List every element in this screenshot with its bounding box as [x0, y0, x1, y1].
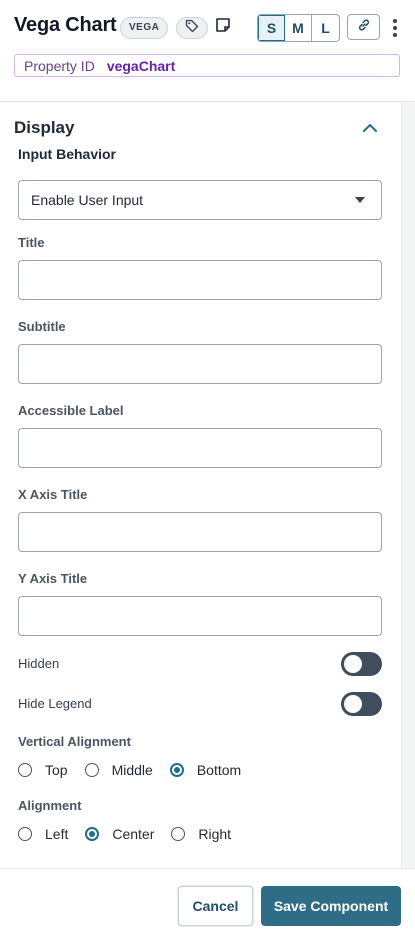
radio-label: Center — [112, 826, 155, 842]
footer-divider — [0, 868, 415, 869]
vertical-alignment-radio-group: Top Middle Bottom — [18, 762, 258, 778]
caret-down-icon — [355, 197, 365, 203]
radio-button[interactable] — [171, 827, 186, 841]
radio-button-selected[interactable] — [169, 763, 184, 777]
component-title: Vega Chart — [14, 14, 117, 36]
size-large-button[interactable]: L — [312, 15, 339, 41]
radio-option-bottom[interactable]: Bottom — [169, 762, 242, 778]
section-title-display: Display — [14, 118, 75, 137]
hide-legend-label: Hide Legend — [18, 696, 92, 711]
save-component-button[interactable]: Save Component — [261, 886, 401, 926]
input-behavior-label: Input Behavior — [18, 146, 117, 162]
radio-label: Left — [45, 826, 69, 842]
alignment-label: Alignment — [18, 798, 82, 813]
toggle-knob — [344, 695, 362, 713]
link-icon — [357, 18, 371, 37]
component-type-badge: VEGA — [120, 17, 169, 39]
x-axis-title-input[interactable] — [18, 512, 382, 552]
radio-option-top[interactable]: Top — [18, 762, 68, 778]
tag-icon — [185, 19, 199, 38]
radio-label: Right — [198, 826, 232, 842]
property-id-value: vegaChart — [106, 57, 176, 74]
size-medium-button[interactable]: M — [285, 15, 312, 41]
hidden-label: Hidden — [18, 656, 60, 671]
y-axis-title-label: Y Axis Title — [18, 571, 88, 586]
vertical-alignment-label: Vertical Alignment — [18, 734, 131, 749]
y-axis-title-input[interactable] — [18, 596, 382, 636]
radio-option-middle[interactable]: Middle — [84, 762, 153, 778]
hidden-toggle[interactable] — [341, 652, 382, 676]
radio-label: Middle — [111, 762, 153, 778]
radio-button[interactable] — [18, 827, 32, 841]
scrollbar[interactable] — [401, 102, 415, 868]
tag-button[interactable] — [176, 17, 208, 39]
radio-button[interactable] — [18, 763, 32, 777]
alignment-radio-group: Left Center Right — [18, 826, 248, 842]
link-button[interactable] — [347, 14, 380, 40]
toggle-knob — [344, 655, 362, 673]
chevron-up-icon[interactable] — [360, 118, 380, 138]
note-button[interactable] — [213, 17, 233, 37]
radio-button-selected[interactable] — [85, 827, 100, 841]
note-icon — [215, 17, 231, 38]
accessible-label-label: Accessible Label — [18, 403, 124, 418]
title-label: Title — [18, 235, 45, 250]
header-divider — [0, 101, 415, 102]
radio-label: Bottom — [196, 762, 242, 778]
panel-header: Vega Chart VEGA S M L Property ID vegaCh… — [0, 0, 415, 100]
accessible-label-input[interactable] — [18, 428, 382, 468]
radio-option-center[interactable]: Center — [85, 826, 154, 842]
radio-option-right[interactable]: Right — [171, 826, 231, 842]
subtitle-input[interactable] — [18, 344, 382, 384]
kebab-menu-icon[interactable] — [388, 17, 402, 39]
property-id-label: Property ID — [24, 57, 95, 74]
size-toggle-group: S M L — [257, 14, 340, 42]
radio-button[interactable] — [84, 763, 99, 777]
radio-label: Top — [45, 762, 68, 778]
title-input[interactable] — [18, 260, 382, 300]
cancel-button[interactable]: Cancel — [178, 886, 253, 926]
input-behavior-value: Enable User Input — [31, 192, 144, 208]
hide-legend-toggle[interactable] — [341, 692, 382, 716]
x-axis-title-label: X Axis Title — [18, 487, 88, 502]
radio-option-left[interactable]: Left — [18, 826, 68, 842]
subtitle-label: Subtitle — [18, 319, 66, 334]
property-id-field: Property ID vegaChart — [14, 54, 400, 77]
size-small-button[interactable]: S — [258, 15, 285, 41]
input-behavior-select[interactable]: Enable User Input — [18, 180, 382, 220]
